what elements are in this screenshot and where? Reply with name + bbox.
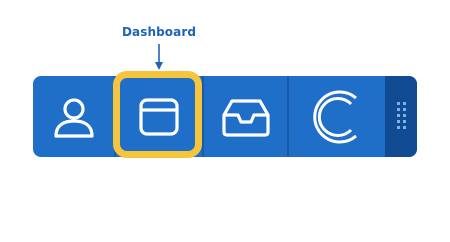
stage: Dashboard	[0, 0, 450, 242]
callout-arrow-icon	[155, 44, 163, 70]
toolbar	[33, 76, 417, 157]
drag-handle[interactable]	[385, 76, 417, 157]
callout-label: Dashboard	[121, 25, 197, 39]
user-icon	[53, 97, 94, 138]
user-button[interactable]	[33, 76, 114, 157]
brand-button[interactable]	[289, 76, 385, 157]
grip-dots-icon	[397, 102, 406, 129]
inbox-button[interactable]	[204, 76, 287, 157]
inbox-tray-icon	[221, 98, 270, 137]
window-icon	[139, 97, 179, 136]
dashboard-button[interactable]	[116, 76, 202, 157]
c-logo-icon	[313, 90, 357, 143]
